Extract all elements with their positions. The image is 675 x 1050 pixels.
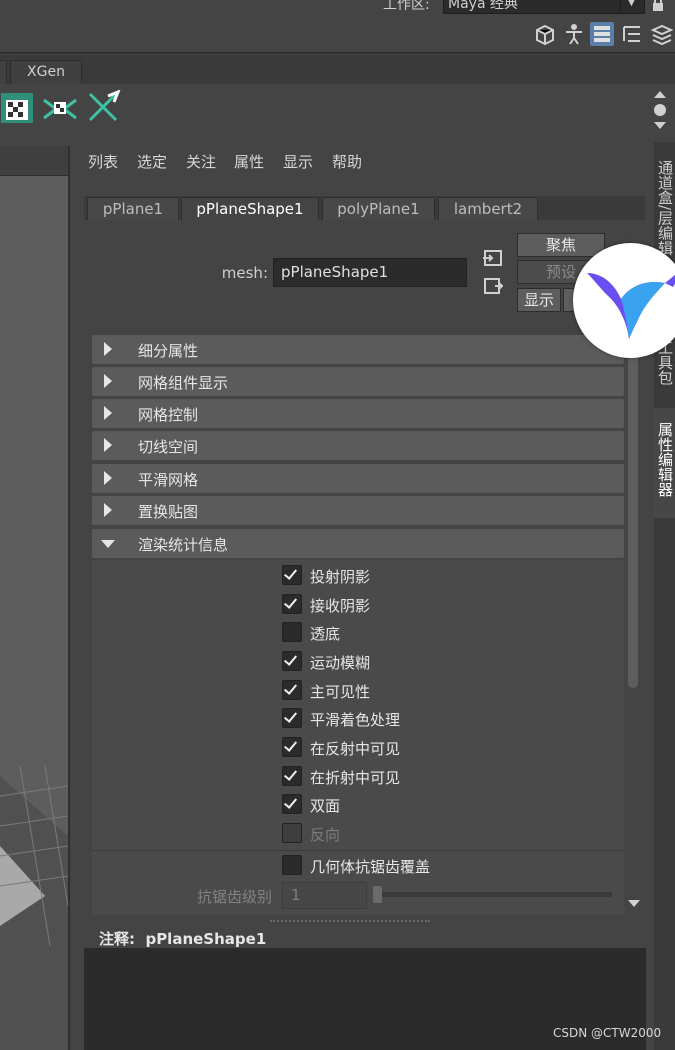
tab-polyplane1[interactable]: polyPlane1 <box>322 197 435 220</box>
menu-show[interactable]: 显示 <box>283 151 313 172</box>
watermark: CSDN @CTW2000 <box>553 1026 662 1040</box>
checkbox-label: 透底 <box>310 625 341 643</box>
tab-lambert2[interactable]: lambert2 <box>438 197 538 220</box>
divider <box>92 850 624 851</box>
attribute-editor-toggle-icon[interactable] <box>590 22 614 46</box>
frame-label: 置换贴图 <box>138 503 199 521</box>
frame-label: 网格控制 <box>138 406 199 424</box>
workspace-dropdown[interactable]: Maya 经典 <box>443 0 645 14</box>
frame-render-stats[interactable]: 渲染统计信息 <box>92 529 624 558</box>
modeling-toolkit-icon[interactable] <box>533 22 557 46</box>
frame-label: 细分属性 <box>138 342 199 360</box>
frame-mesh-controls[interactable]: 网格控制 <box>92 399 624 428</box>
frame-tangent-space[interactable]: 切线空间 <box>92 431 624 460</box>
menu-selected[interactable]: 选定 <box>137 151 167 172</box>
antialias-slider-handle[interactable] <box>373 886 382 903</box>
notes-label: 注释: <box>99 930 135 948</box>
mesh-label: mesh: <box>221 264 268 282</box>
channel-box-icon[interactable] <box>650 22 674 46</box>
viewport-panel-bar <box>0 146 68 176</box>
tool-settings-icon[interactable] <box>620 22 644 46</box>
tab-pplaneshape1[interactable]: pPlaneShape1 <box>181 197 319 220</box>
checkbox-label: 投射阴影 <box>310 568 371 586</box>
frame-label: 平滑网格 <box>138 471 199 489</box>
checkbox-label: 运动模糊 <box>310 654 371 672</box>
uv-unfold-icon[interactable] <box>42 92 78 124</box>
checkbox-label: 反向 <box>310 826 341 844</box>
frame-label: 网格组件显示 <box>138 374 229 392</box>
tab-pplane1[interactable]: pPlane1 <box>87 197 179 220</box>
notes-node-name: pPlaneShape1 <box>145 930 267 948</box>
checkbox-label: 平滑着色处理 <box>310 711 401 729</box>
expand-arrow-icon <box>104 438 112 452</box>
checkbox-label: 在折射中可见 <box>310 769 401 787</box>
frame-displacement-map[interactable]: 置换贴图 <box>92 496 624 525</box>
frame-component-display[interactable]: 网格组件显示 <box>92 367 624 396</box>
divider <box>0 52 675 54</box>
tab-attribute-editor[interactable]: 属性编辑器 <box>654 408 675 518</box>
uv-cut-sew-icon[interactable] <box>86 89 122 126</box>
checkbox-label: 主可见性 <box>310 683 371 701</box>
menu-focus[interactable]: 关注 <box>186 151 216 172</box>
antialias-level-label: 抗锯齿级别 <box>196 888 272 906</box>
scrollbar-thumb[interactable] <box>628 333 638 688</box>
menu-list[interactable]: 列表 <box>88 151 118 172</box>
hummingbird-logo-icon <box>573 243 675 358</box>
checker-uv-icon[interactable] <box>0 92 34 124</box>
chevron-down-icon[interactable]: ▼ <box>620 0 642 14</box>
mesh-name-field[interactable]: pPlaneShape1 <box>273 258 467 287</box>
antialias-level-field[interactable]: 1 <box>282 882 367 909</box>
checkbox-label: 在反射中可见 <box>310 740 401 758</box>
shelf-tab-bar <box>0 55 675 84</box>
menu-attributes[interactable]: 属性 <box>234 151 264 172</box>
checkbox-label: 双面 <box>310 797 341 815</box>
input-connection-icon[interactable] <box>481 249 503 267</box>
shelf-tab-xgen[interactable]: XGen <box>10 60 82 84</box>
output-connection-icon[interactable] <box>483 277 504 295</box>
checkbox-label: 几何体抗锯齿覆盖 <box>310 858 431 876</box>
expand-arrow-icon <box>104 503 112 517</box>
shelf-tab-partial[interactable] <box>0 60 7 84</box>
expand-arrow-icon <box>104 406 112 420</box>
antialias-slider-track[interactable] <box>374 892 612 897</box>
frame-label: 切线空间 <box>138 438 199 456</box>
lock-icon[interactable] <box>650 0 666 12</box>
humanik-icon[interactable] <box>562 22 586 46</box>
notes-header: 注释: pPlaneShape1 <box>99 928 266 949</box>
pane-resize-handle[interactable] <box>270 920 430 922</box>
frame-label: 渲染统计信息 <box>138 536 229 554</box>
workspace-label: 工作区: <box>383 0 430 13</box>
expand-arrow-icon <box>104 471 112 485</box>
frame-subdivision[interactable]: 细分属性 <box>92 335 624 364</box>
expand-arrow-icon <box>104 374 112 388</box>
expand-arrow-icon <box>104 342 112 356</box>
menu-help[interactable]: 帮助 <box>332 151 362 172</box>
show-button[interactable]: 显示 <box>517 288 561 312</box>
frame-smooth-mesh[interactable]: 平滑网格 <box>92 464 624 493</box>
collapse-arrow-icon <box>101 540 115 548</box>
scroll-down-icon[interactable] <box>628 900 640 907</box>
checkbox-label: 接收阴影 <box>310 597 371 615</box>
viewport[interactable] <box>0 146 70 1050</box>
shelf-scroll-control[interactable] <box>650 88 670 132</box>
